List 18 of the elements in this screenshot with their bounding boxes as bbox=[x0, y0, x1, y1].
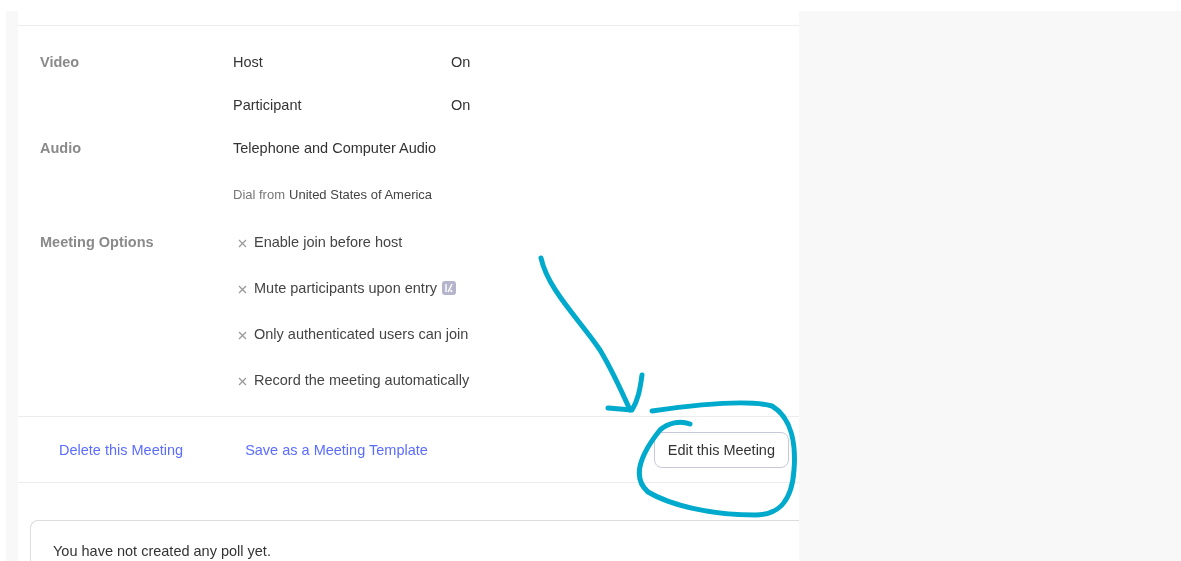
setting-name: Host bbox=[233, 54, 264, 70]
option-label: Only authenticated users can join bbox=[254, 326, 469, 342]
setting-value: On bbox=[451, 54, 471, 70]
option-label: Enable join before host bbox=[254, 234, 403, 250]
dial-country: United States of America bbox=[289, 186, 433, 202]
section-label: Audio bbox=[40, 139, 83, 158]
setting-value: Telephone and Computer Audio bbox=[233, 140, 437, 156]
action-link[interactable]: Save as a Meeting Template bbox=[245, 441, 428, 458]
setting-name: Participant bbox=[233, 97, 303, 113]
dial-label: Dial from bbox=[233, 186, 285, 202]
edit-button[interactable]: Edit this Meeting bbox=[653, 431, 789, 468]
empty-message: You have not created any poll yet. bbox=[53, 543, 272, 559]
setting-value: On bbox=[451, 97, 471, 113]
section-label: Meeting Options bbox=[40, 233, 155, 252]
action-link[interactable]: Delete this Meeting bbox=[59, 441, 184, 458]
option-label: Mute participants upon entry bbox=[254, 280, 437, 296]
option-label: Record the meeting automatically bbox=[254, 372, 470, 388]
section-label: Video bbox=[40, 53, 81, 72]
